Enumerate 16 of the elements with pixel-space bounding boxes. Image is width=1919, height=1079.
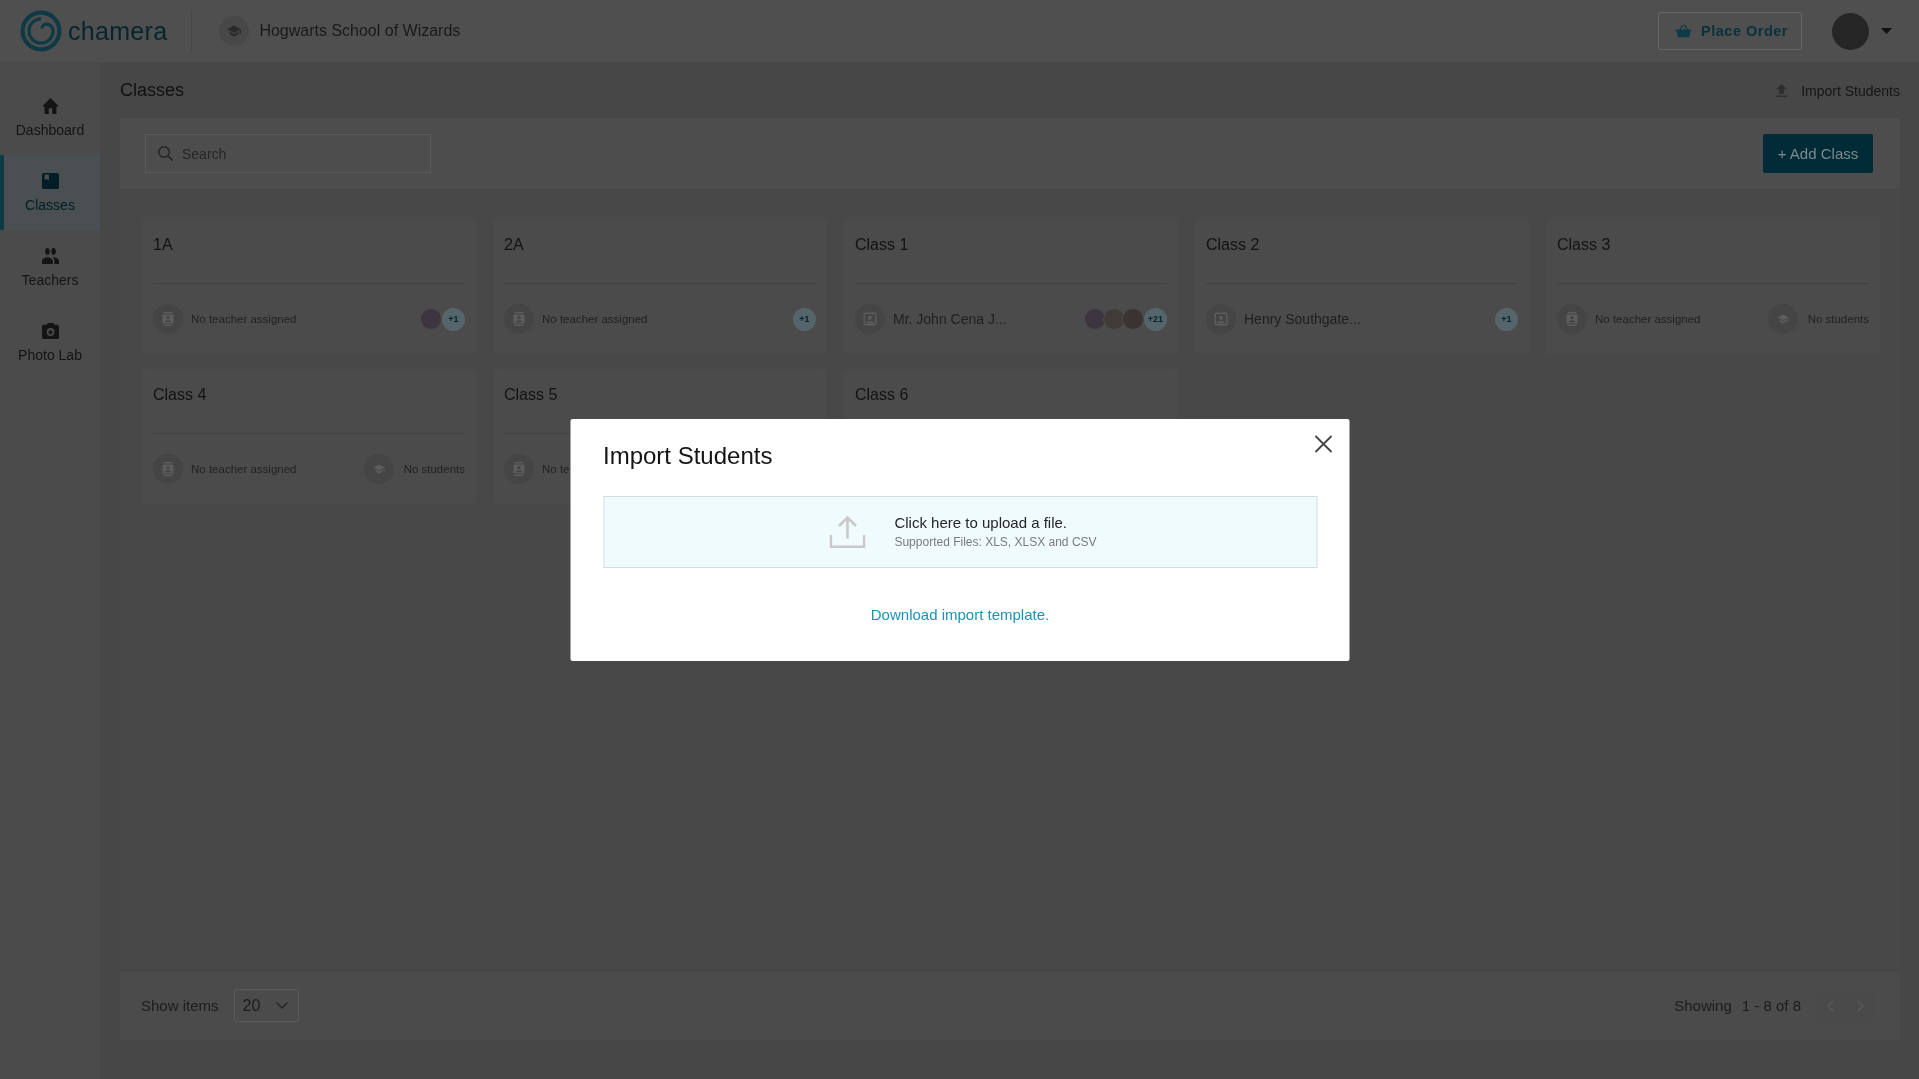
class-name: Class 1 xyxy=(855,236,909,253)
student-count-badge: +1 xyxy=(442,307,465,331)
upload-prompt: Click here to upload a file. xyxy=(894,514,1069,531)
class-name: Class 4 xyxy=(153,386,207,403)
class-name: Class 2 xyxy=(1206,236,1260,253)
student-count-badge: +1 xyxy=(1495,307,1518,331)
class-name: 1A xyxy=(153,236,173,253)
class-name: 2A xyxy=(504,236,524,253)
logo-text: chamera xyxy=(68,16,168,46)
class-name: Class 5 xyxy=(504,386,558,403)
dialog-title: Import Students xyxy=(603,441,773,470)
class-name: Class 6 xyxy=(855,386,909,403)
student-count-badge: +1 xyxy=(793,307,816,331)
supported-files-hint: Supported Files: XLS, XLSX and CSV xyxy=(894,535,1097,549)
class-name: Class 3 xyxy=(1557,236,1611,253)
student-count-badge: +21 xyxy=(1144,307,1167,331)
